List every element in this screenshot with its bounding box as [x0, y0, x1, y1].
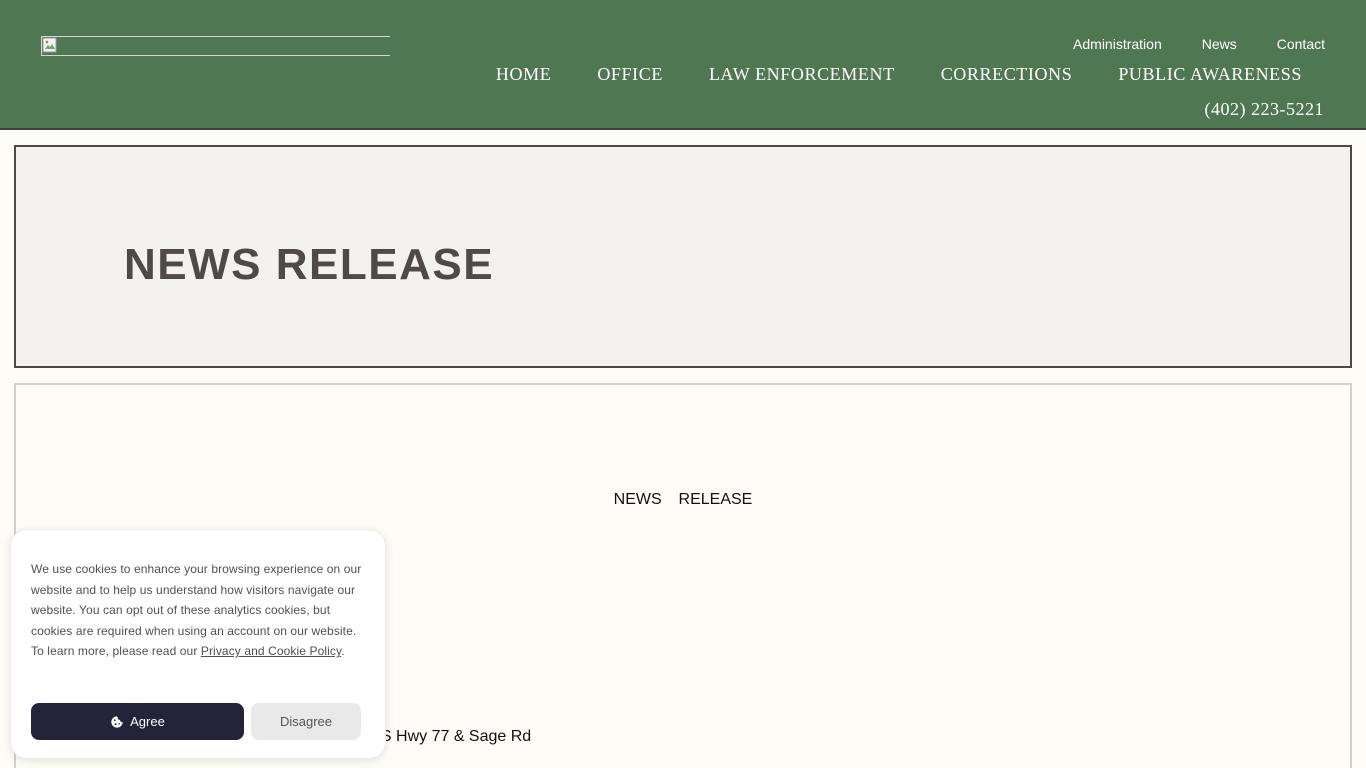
privacy-policy-link[interactable]: Privacy and Cookie Policy — [201, 644, 341, 658]
cookie-icon — [111, 715, 123, 728]
cookie-message-end: . — [341, 644, 345, 659]
site-logo[interactable] — [41, 36, 390, 56]
nav-link-administration[interactable]: Administration — [1073, 36, 1162, 52]
main-nav: HOME OFFICE LAW ENFORCEMENT CORRECTIONS … — [496, 64, 1302, 84]
nav-link-office[interactable]: OFFICE — [597, 64, 663, 84]
site-header: Administration News Contact HOME OFFICE … — [0, 0, 1366, 130]
agree-button[interactable]: Agree — [31, 703, 244, 740]
disagree-label: Disagree — [279, 714, 333, 729]
agree-label: Agree — [130, 714, 165, 729]
nav-link-home[interactable]: HOME — [496, 64, 551, 84]
utility-nav: Administration News Contact — [1073, 36, 1325, 52]
nav-link-public-awareness[interactable]: PUBLIC AWARENESS — [1118, 64, 1302, 84]
nav-link-law-enforcement[interactable]: LAW ENFORCEMENT — [709, 64, 895, 84]
disagree-button[interactable]: Disagree — [251, 703, 361, 740]
page-title: NEWS RELEASE — [124, 240, 495, 289]
nav-link-contact[interactable]: Contact — [1277, 36, 1325, 52]
cookie-message: We use cookies to enhance your browsing … — [31, 559, 367, 662]
phone-number[interactable]: (402) 223-5221 — [1205, 99, 1324, 119]
content-heading: NEWS RELEASE — [613, 491, 753, 508]
cookie-consent-banner: We use cookies to enhance your browsing … — [11, 530, 385, 758]
broken-image-icon — [42, 37, 57, 53]
nav-link-news[interactable]: News — [1202, 36, 1237, 52]
nav-link-corrections[interactable]: CORRECTIONS — [941, 64, 1073, 84]
hero-banner: NEWS RELEASE — [14, 145, 1352, 368]
